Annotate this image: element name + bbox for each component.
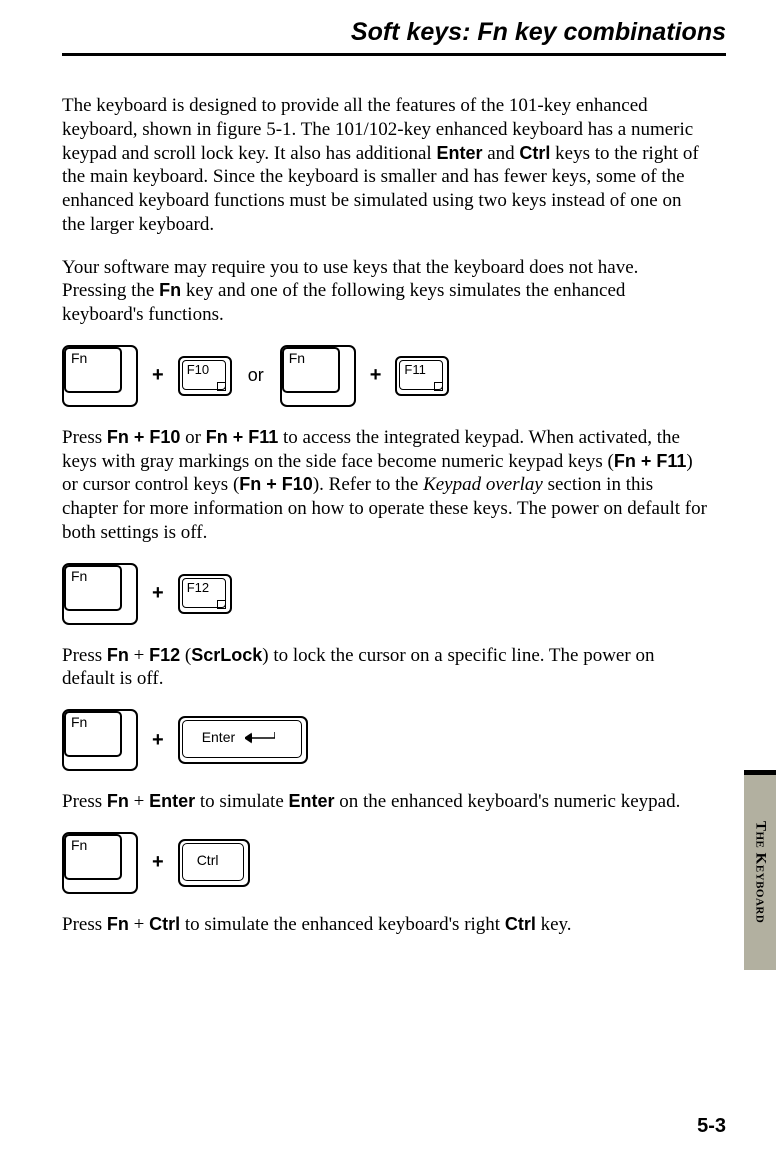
text: + bbox=[129, 791, 149, 812]
text: Press bbox=[62, 791, 107, 812]
text-bold: Fn bbox=[107, 791, 129, 811]
key-sub-icon bbox=[217, 600, 226, 609]
key-label: F10 bbox=[187, 362, 209, 377]
plus-icon: + bbox=[152, 729, 164, 752]
key-f10: F10 bbox=[178, 356, 232, 396]
text: or bbox=[180, 427, 205, 448]
text-bold: Fn bbox=[159, 280, 181, 300]
key-label: Ctrl bbox=[197, 852, 219, 868]
key-label: Fn bbox=[71, 714, 87, 730]
text: Press bbox=[62, 427, 107, 448]
key-label: F12 bbox=[187, 580, 209, 595]
text: + bbox=[129, 914, 149, 935]
page-section-title: Soft keys: Fn key combinations bbox=[62, 18, 726, 47]
plus-icon: + bbox=[152, 582, 164, 605]
text-bold: Enter bbox=[289, 791, 335, 811]
section-2-text: Press Fn + F12 (ScrLock) to lock the cur… bbox=[62, 644, 707, 692]
key-f12: F12 bbox=[178, 574, 232, 614]
key-label: Fn bbox=[289, 350, 305, 366]
text: + bbox=[129, 645, 149, 666]
text-bold: Fn + F11 bbox=[206, 427, 279, 447]
plus-icon: + bbox=[152, 851, 164, 874]
text-bold: Enter bbox=[436, 143, 482, 163]
key-label: Fn bbox=[71, 837, 87, 853]
text-bold: Ctrl bbox=[505, 914, 536, 934]
text: and bbox=[482, 143, 519, 164]
chapter-side-tab: The Keyboard bbox=[744, 770, 776, 970]
text: key. bbox=[536, 914, 572, 935]
text: to simulate bbox=[195, 791, 288, 812]
text: Press bbox=[62, 645, 107, 666]
text-italic: Keypad overlay bbox=[423, 474, 543, 495]
section-4-text: Press Fn + Ctrl to simulate the enhanced… bbox=[62, 913, 707, 937]
key-combo-fn-ctrl: Fn + Ctrl bbox=[62, 832, 726, 894]
key-fn: Fn bbox=[280, 345, 356, 407]
plus-icon: + bbox=[370, 364, 382, 387]
text-bold: Fn bbox=[107, 645, 129, 665]
key-label: F11 bbox=[404, 362, 425, 377]
text: Press bbox=[62, 914, 107, 935]
intro-paragraph-2: Your software may require you to use key… bbox=[62, 256, 707, 327]
text-bold: Fn bbox=[107, 914, 129, 934]
key-combo-fn-enter: Fn + Enter bbox=[62, 709, 726, 771]
key-sub-icon bbox=[217, 382, 226, 391]
text: ). Refer to the bbox=[313, 474, 423, 495]
text-bold: Ctrl bbox=[149, 914, 180, 934]
text-bold: Ctrl bbox=[519, 143, 550, 163]
enter-arrow-icon bbox=[245, 732, 275, 744]
key-combo-fn-f10-f11: Fn + F10 or Fn + F11 bbox=[62, 345, 726, 407]
text: to simulate the enhanced keyboard's righ… bbox=[180, 914, 505, 935]
key-fn: Fn bbox=[62, 563, 138, 625]
section-3-text: Press Fn + Enter to simulate Enter on th… bbox=[62, 790, 707, 814]
key-sub-icon bbox=[434, 382, 443, 391]
key-ctrl: Ctrl bbox=[178, 839, 250, 887]
text-bold: Enter bbox=[149, 791, 195, 811]
text-bold: Fn + F10 bbox=[239, 474, 313, 494]
key-fn: Fn bbox=[62, 345, 138, 407]
text: on the enhanced keyboard's numeric keypa… bbox=[335, 791, 681, 812]
or-label: or bbox=[248, 365, 264, 386]
section-1-text: Press Fn + F10 or Fn + F11 to access the… bbox=[62, 426, 707, 545]
key-fn: Fn bbox=[62, 832, 138, 894]
text-bold: Fn + F11 bbox=[614, 451, 687, 471]
key-label: Enter bbox=[202, 729, 235, 745]
key-label: Fn bbox=[71, 568, 87, 584]
key-label: Fn bbox=[71, 350, 87, 366]
chapter-side-tab-label: The Keyboard bbox=[752, 821, 769, 923]
text-bold: F12 bbox=[149, 645, 180, 665]
text-bold: Fn + F10 bbox=[107, 427, 181, 447]
key-enter: Enter bbox=[178, 716, 308, 764]
key-fn: Fn bbox=[62, 709, 138, 771]
key-combo-fn-f12: Fn + F12 bbox=[62, 563, 726, 625]
text-bold: ScrLock bbox=[191, 645, 262, 665]
text: ( bbox=[180, 645, 191, 666]
page-number: 5-3 bbox=[697, 1115, 726, 1138]
plus-icon: + bbox=[152, 364, 164, 387]
key-f11: F11 bbox=[395, 356, 449, 396]
header-divider bbox=[62, 53, 726, 56]
intro-paragraph-1: The keyboard is designed to provide all … bbox=[62, 94, 707, 237]
